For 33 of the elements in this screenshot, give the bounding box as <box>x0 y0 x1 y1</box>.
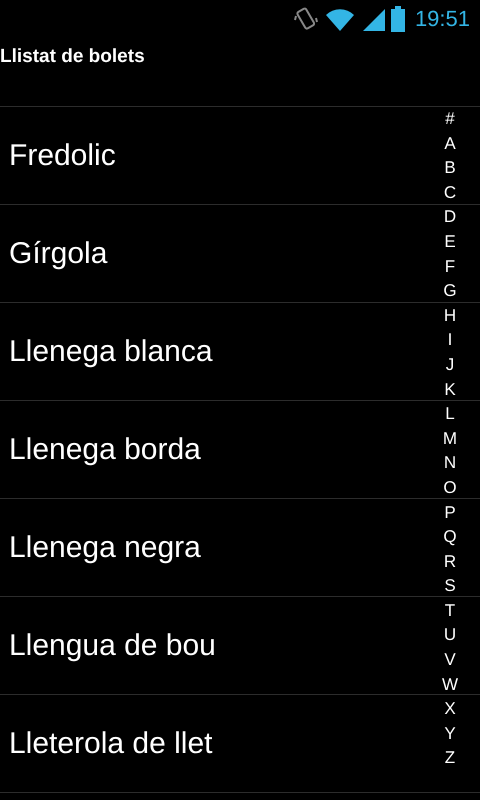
index-letter[interactable]: R <box>444 550 456 574</box>
index-letter[interactable]: J <box>446 352 454 378</box>
index-letter[interactable]: C <box>444 180 456 206</box>
index-letter[interactable]: M <box>442 426 458 452</box>
index-letter[interactable]: E <box>444 230 456 255</box>
index-letter[interactable]: Q <box>443 525 457 550</box>
index-letter[interactable]: N <box>444 451 456 476</box>
index-letter[interactable]: Z <box>444 746 456 772</box>
index-letter[interactable]: U <box>444 623 456 648</box>
index-letter[interactable]: V <box>444 648 456 673</box>
index-letter[interactable]: L <box>445 402 455 427</box>
index-letter[interactable]: P <box>444 500 456 526</box>
index-letter[interactable]: W <box>442 672 458 698</box>
index-letter[interactable]: O <box>443 476 457 500</box>
index-letter[interactable]: G <box>443 279 457 304</box>
app-title: Llistat de bolets <box>0 46 145 68</box>
battery-icon <box>390 6 405 32</box>
index-letter[interactable]: B <box>444 156 456 181</box>
index-letter[interactable]: S <box>444 574 456 599</box>
index-letter[interactable]: I <box>448 328 452 353</box>
wifi-icon <box>324 7 355 31</box>
status-time: 19:51 <box>414 6 470 32</box>
index-letter[interactable]: # <box>445 107 455 132</box>
index-letter[interactable]: T <box>444 598 456 624</box>
index-letter[interactable]: A <box>444 132 456 156</box>
index-letter[interactable]: K <box>444 378 456 402</box>
index-letter[interactable]: H <box>444 304 456 328</box>
signal-icon <box>360 7 385 31</box>
index-letter[interactable]: F <box>444 254 456 280</box>
index-letter[interactable]: X <box>444 697 456 722</box>
vibrate-icon <box>292 6 319 32</box>
index-letter[interactable]: Y <box>444 722 456 746</box>
index-letter[interactable]: D <box>444 205 456 230</box>
